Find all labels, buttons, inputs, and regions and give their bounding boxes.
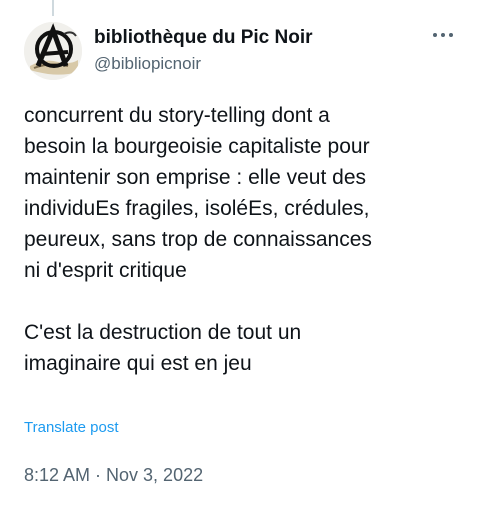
- tweet-line: imaginaire qui est en jeu: [24, 352, 252, 375]
- anarchy-a-icon: [24, 22, 82, 80]
- tweet-line: individuEs fragiles, isoléEs, crédules,: [24, 197, 370, 220]
- more-horizontal-icon: [433, 33, 453, 37]
- author-names: bibliothèque du Pic Noir @bibliopicnoir: [94, 26, 313, 75]
- tweet-line: peureux, sans trop de connaissances: [24, 228, 372, 251]
- more-options-button[interactable]: [428, 24, 458, 46]
- thread-connector-line: [52, 0, 54, 16]
- tweet-line: besoin la bourgeoisie capitaliste pour: [24, 135, 370, 158]
- translate-post-link[interactable]: Translate post: [24, 418, 119, 438]
- tweet-line: concurrent du story-telling dont a: [24, 104, 330, 127]
- tweet-header: bibliothèque du Pic Noir @bibliopicnoir: [24, 22, 460, 82]
- tweet-line: maintenir son emprise : elle veut des: [24, 166, 366, 189]
- author-handle[interactable]: @bibliopicnoir: [94, 53, 313, 75]
- tweet-timestamp[interactable]: 8:12 AM · Nov 3, 2022: [24, 463, 203, 487]
- tweet-line: C'est la destruction de tout un: [24, 321, 302, 344]
- avatar[interactable]: [24, 22, 82, 80]
- author-display-name[interactable]: bibliothèque du Pic Noir: [94, 26, 313, 50]
- tweet-line: ni d'esprit critique: [24, 259, 187, 282]
- tweet-text: concurrent du story-telling dont a besoi…: [24, 100, 464, 379]
